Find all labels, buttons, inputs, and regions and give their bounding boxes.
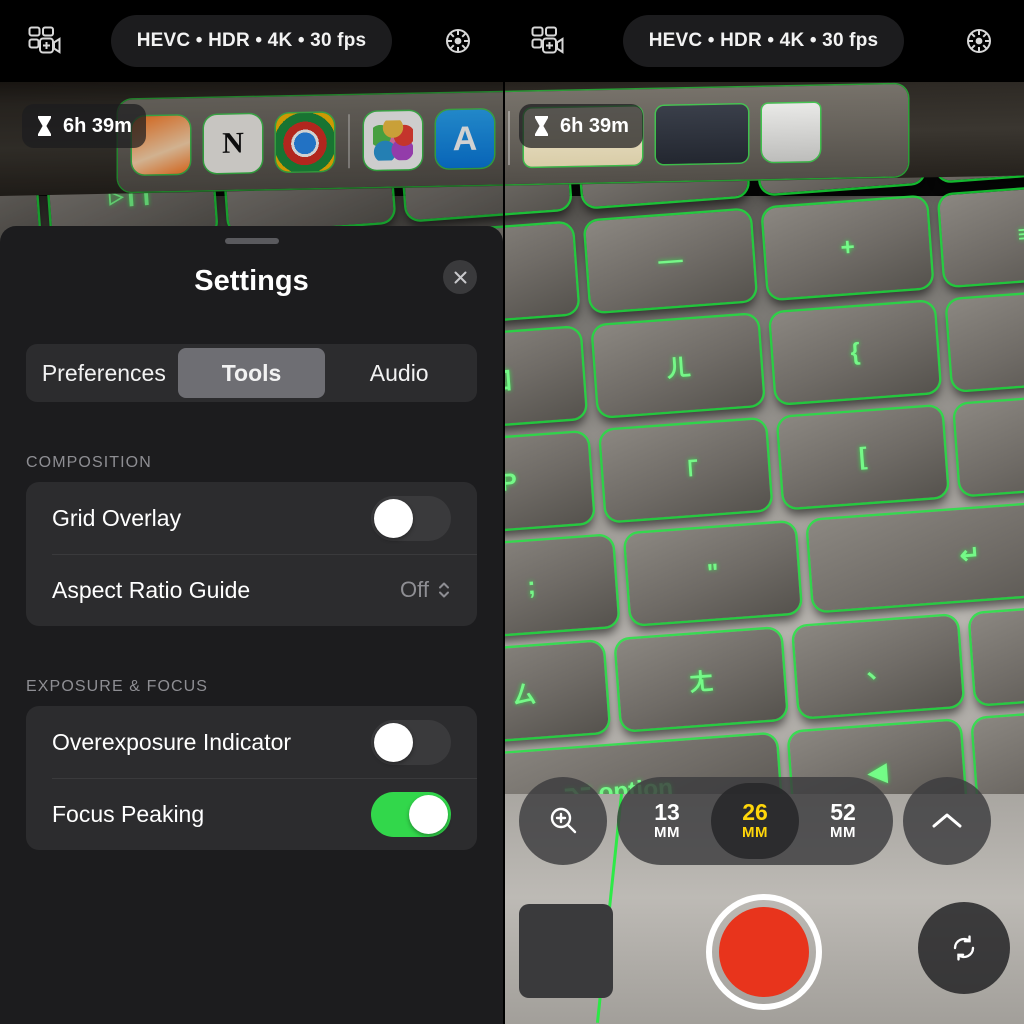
time-remaining-badge: 6h 39m [519,104,643,148]
key: [ [777,406,949,509]
screen-divider [503,0,505,1024]
key: ㄤ [616,628,787,731]
key: } [947,288,1024,391]
chevron-up-icon[interactable] [903,777,991,865]
key: + [762,196,933,299]
focus-peaking-toggle[interactable] [371,791,451,837]
key: 、 [793,615,964,718]
lens-number: 52 [830,798,856,825]
magnifier-plus-icon[interactable] [519,777,607,865]
toggle-knob [374,498,413,538]
key: ↵ [807,497,1024,612]
hourglass-icon [535,116,548,136]
key: ] [955,393,1024,496]
lens-option-26mm[interactable]: 26 MM [711,783,799,859]
key: ≡ [939,183,1024,286]
section-header-composition: COMPOSITION [26,454,152,471]
hourglass-icon [38,116,51,136]
key: " [625,522,801,625]
time-remaining-label: 6h 39m [63,114,132,137]
lens-control-bar: 13 MM 26 MM 52 MM [519,777,991,865]
setting-label: Focus Peaking [52,800,205,827]
grid-overlay-toggle[interactable] [371,495,451,541]
dock-icon-system-settings [656,104,748,165]
gear-icon[interactable] [435,18,481,64]
settings-tab-bar: Preferences Tools Audio [26,344,477,402]
page-title: Settings [194,264,309,297]
setting-label: Aspect Ratio Guide [52,576,251,603]
lens-number: 13 [654,798,680,825]
setting-label: Overexposure Indicator [52,728,292,755]
setting-row-focus-peaking[interactable]: Focus Peaking [26,778,477,850]
setting-row-overexposure-indicator[interactable]: Overexposure Indicator [26,706,477,778]
top-bar-right: HEVC • HDR • 4K • 30 fps [503,0,1024,82]
chevron-up-down-icon [439,582,449,598]
lens-unit: MM [742,824,768,842]
key: — [585,209,756,312]
time-remaining-label: 6h 39m [560,114,629,137]
tab-tools[interactable]: Tools [177,348,326,398]
dock-separator [508,111,510,166]
setting-row-grid-overlay[interactable]: Grid Overlay [26,482,477,554]
lens-selector: 13 MM 26 MM 52 MM [617,777,893,865]
multicam-add-icon[interactable] [525,18,571,64]
format-pill-right[interactable]: HEVC • HDR • 4K • 30 fps [622,15,905,67]
lens-option-13mm[interactable]: 13 MM [623,783,711,859]
key: ㄦ [593,314,764,417]
key: 「 [600,419,772,522]
tab-audio[interactable]: Audio [325,348,473,398]
settings-card-exposure-focus: Overexposure Indicator Focus Peaking [26,706,477,850]
format-pill-left[interactable]: HEVC • HDR • 4K • 30 fps [110,15,393,67]
gear-icon[interactable] [956,18,1002,64]
key: { [770,301,941,404]
record-button[interactable] [705,894,822,1010]
time-remaining-badge: 6h 39m [22,104,146,148]
settings-sheet: Settings Preferences Tools Audio COMPOSI… [0,226,503,1024]
settings-card-composition: Grid Overlay Aspect Ratio Guide Off [26,482,477,626]
lens-unit: MM [830,824,856,842]
toggle-knob [374,722,413,762]
gallery-thumbnail[interactable] [519,904,613,998]
lens-option-52mm[interactable]: 52 MM [799,783,887,859]
camera-app-screen: ✕ ▷❙❙ ∞ ◁ ☼ ⌨ ◯ • 8 9 0 — + ≡ [0,0,1024,1024]
camera-flip-icon[interactable] [918,902,1010,994]
setting-label: Grid Overlay [52,504,182,531]
aspect-ratio-value-label: Off [400,577,429,602]
overexposure-indicator-toggle[interactable] [371,719,451,765]
close-icon[interactable] [443,260,477,294]
section-header-exposure-focus: EXPOSURE & FOCUS [26,678,209,695]
sheet-header: Settings [0,244,503,318]
key: ? [970,602,1024,705]
lens-unit: MM [654,824,680,842]
top-bar-left: HEVC • HDR • 4K • 30 fps [0,0,503,82]
capture-bar [503,886,1024,1024]
multicam-add-icon[interactable] [22,18,68,64]
tab-preferences[interactable]: Preferences [30,348,178,398]
toggle-knob [409,794,448,834]
lens-number: 26 [742,798,768,825]
setting-row-aspect-ratio-guide[interactable]: Aspect Ratio Guide Off [26,554,477,626]
record-button-inner [718,907,809,997]
aspect-ratio-value[interactable]: Off [400,577,451,603]
dock-icon-trash [762,102,820,163]
